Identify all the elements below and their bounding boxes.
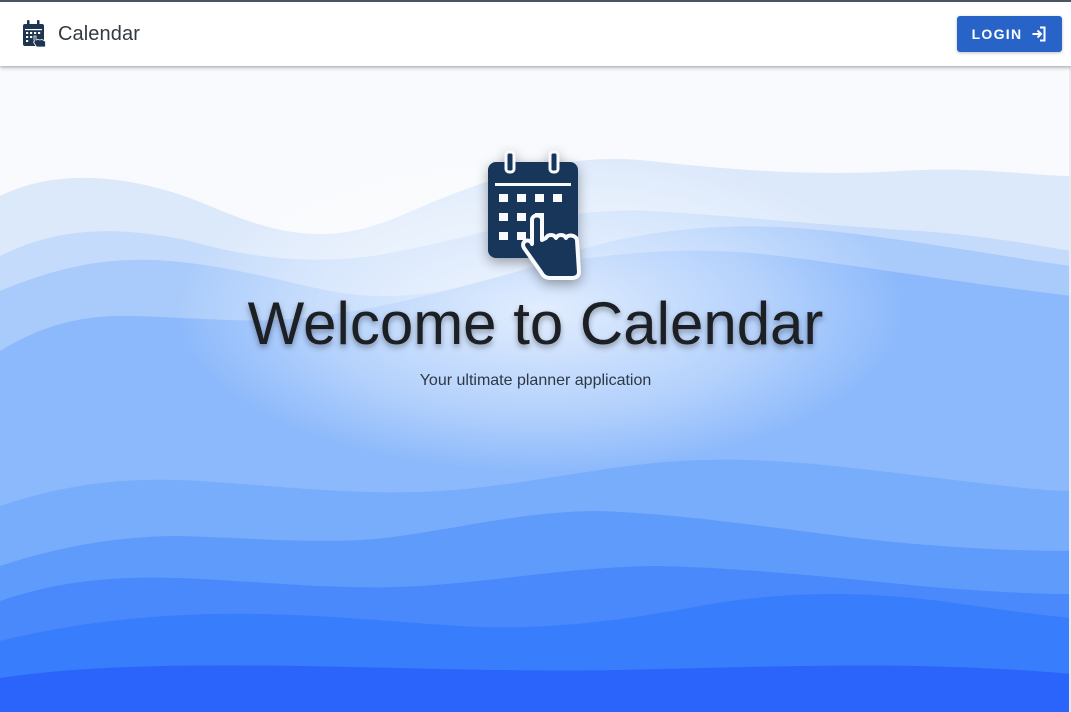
- hero-subtitle: Your ultimate planner application: [419, 372, 652, 389]
- window-top-border: [0, 0, 1071, 2]
- hero-title: Welcome to Calendar: [247, 290, 824, 357]
- app-title: Calendar: [58, 22, 140, 45]
- calendar-touch-icon: [22, 19, 47, 49]
- login-icon: [1031, 26, 1047, 42]
- page: Calendar LOGIN Welcome to Calendar Your …: [0, 0, 1071, 712]
- brand-link[interactable]: Calendar: [22, 18, 140, 50]
- calendar-touch-icon: [486, 150, 586, 280]
- login-label: LOGIN: [971, 26, 1023, 42]
- app-bar: Calendar LOGIN: [0, 2, 1071, 66]
- login-button[interactable]: LOGIN: [957, 16, 1062, 52]
